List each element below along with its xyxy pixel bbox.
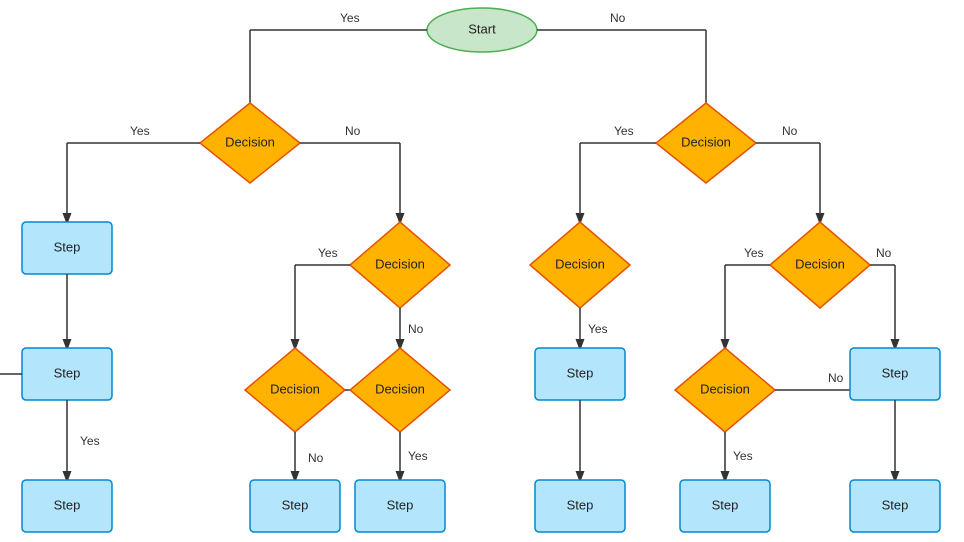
label-d4-yes: Yes	[588, 322, 608, 336]
label-start-yes: Yes	[340, 11, 360, 25]
label-start-no: No	[610, 11, 626, 25]
label-d2-no: No	[782, 124, 798, 138]
d8-label: Decision	[700, 381, 750, 396]
label-d8-yes: Yes	[733, 449, 753, 463]
d3-label: Decision	[375, 256, 425, 271]
label-d3-yes: Yes	[318, 246, 338, 260]
step3-label: Step	[54, 497, 81, 512]
label-d2-yes: Yes	[614, 124, 634, 138]
label-d1-yes: Yes	[130, 124, 150, 138]
label-d1-no: No	[345, 124, 361, 138]
step6-label: Step	[567, 365, 594, 380]
d5-label: Decision	[795, 256, 845, 271]
d4-label: Decision	[555, 256, 605, 271]
step8-label: Step	[882, 365, 909, 380]
step4-label: Step	[282, 497, 309, 512]
d1-label: Decision	[225, 134, 275, 149]
label-step2-yes: Yes	[80, 434, 100, 448]
d2-label: Decision	[681, 134, 731, 149]
flowchart-diagram: Start Yes No Decision Decision Yes No Ye…	[0, 0, 964, 542]
label-d8-no: No	[828, 371, 844, 385]
d7-label: Decision	[375, 381, 425, 396]
start-label: Start	[468, 21, 496, 36]
step2-label: Step	[54, 365, 81, 380]
label-d7-yes: Yes	[408, 449, 428, 463]
label-d5-no: No	[876, 246, 892, 260]
step10-label: Step	[882, 497, 909, 512]
d6-label: Decision	[270, 381, 320, 396]
label-d3-no: No	[408, 322, 424, 336]
label-d5-yes: Yes	[744, 246, 764, 260]
step7-label: Step	[567, 497, 594, 512]
step9-label: Step	[712, 497, 739, 512]
step1-label: Step	[54, 239, 81, 254]
step5-label: Step	[387, 497, 414, 512]
label-d6-no: No	[308, 451, 324, 465]
